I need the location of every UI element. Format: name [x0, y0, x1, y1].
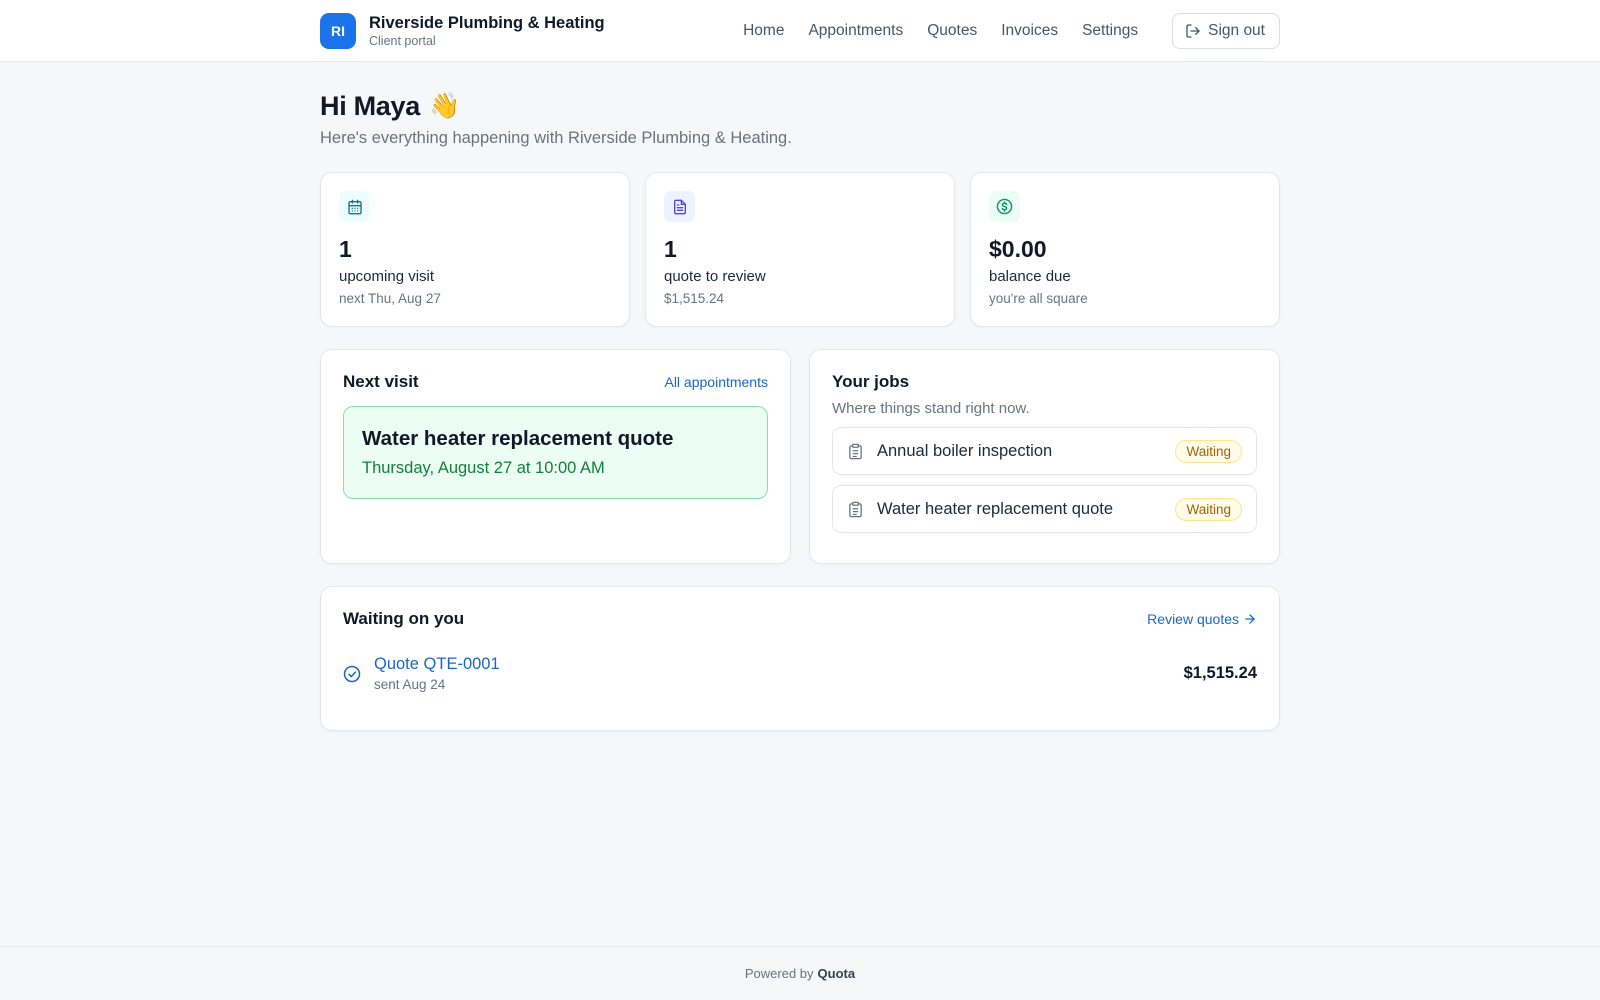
stat-hint: you're all square	[989, 291, 1088, 306]
stat-label: upcoming visit	[339, 268, 435, 285]
stat-card-balance-due[interactable]: $0.00 balance due you're all square	[970, 172, 1280, 327]
quote-sent-date: sent Aug 24	[374, 677, 446, 692]
footer: Powered by Quota	[0, 946, 1600, 1000]
stat-hint: next Thu, Aug 27	[339, 291, 441, 306]
company-logo[interactable]: RI	[320, 13, 356, 49]
next-visit-panel: Next visit All appointments Water heater…	[320, 349, 791, 564]
quote-amount: $1,515.24	[1183, 664, 1257, 682]
dollar-icon	[996, 198, 1013, 215]
next-visit-title: Next visit	[343, 372, 419, 391]
status-badge: Waiting	[1175, 439, 1242, 463]
nav-home[interactable]: Home	[743, 22, 784, 40]
all-appointments-link[interactable]: All appointments	[664, 374, 768, 390]
visit-time: Thursday, August 27 at 10:00 AM	[362, 459, 605, 477]
clipboard-icon	[849, 443, 862, 459]
nav-settings[interactable]: Settings	[1082, 22, 1138, 40]
vendor-name[interactable]: Quota	[818, 966, 856, 981]
sign-out-icon	[1186, 24, 1200, 38]
stat-hint: $1,515.24	[664, 291, 725, 306]
jobs-panel: Your jobs Where things stand right now. …	[809, 349, 1280, 564]
greeting-title: Hi Maya	[320, 90, 420, 121]
waiting-title: Waiting on you	[343, 609, 465, 628]
panels-row: Next visit All appointments Water heater…	[320, 349, 1280, 564]
company-name: Riverside Plumbing & Heating	[369, 13, 605, 32]
stat-value: 1	[339, 236, 352, 262]
document-icon	[673, 199, 686, 214]
waiting-item-text: Quote QTE-0001 sent Aug 24	[374, 655, 500, 692]
brand: Riverside Plumbing & Heating Client port…	[369, 14, 605, 48]
job-row[interactable]: Water heater replacement quote Waiting	[832, 485, 1257, 533]
sign-out-label: Sign out	[1208, 22, 1265, 39]
top-bar: RI Riverside Plumbing & Heating Client p…	[0, 0, 1600, 62]
stat-value: 1	[664, 236, 677, 262]
next-visit-card[interactable]: Water heater replacement quote Thursday,…	[343, 406, 768, 499]
jobs-subtitle: Where things stand right now.	[832, 400, 1030, 417]
main-nav: Home Appointments Quotes Invoices Settin…	[743, 13, 1280, 49]
powered-by-label: Powered by	[744, 966, 814, 981]
job-name: Annual boiler inspection	[877, 441, 1053, 460]
visit-title: Water heater replacement quote	[362, 427, 674, 450]
review-quotes-link[interactable]: Review quotes	[1147, 611, 1257, 627]
stat-value: $0.00	[989, 236, 1047, 262]
waiting-item: Quote QTE-0001 sent Aug 24 $1,515.24	[343, 655, 1257, 692]
nav-appointments[interactable]: Appointments	[808, 22, 903, 40]
greeting: Hi Maya 👋	[320, 90, 1280, 122]
review-quotes-label: Review quotes	[1147, 611, 1239, 627]
stat-icon-wrap	[664, 191, 695, 222]
calendar-icon	[347, 199, 362, 214]
nav-quotes[interactable]: Quotes	[927, 22, 977, 40]
top-bar-inner: RI Riverside Plumbing & Heating Client p…	[320, 0, 1280, 62]
job-row[interactable]: Annual boiler inspection Waiting	[832, 427, 1257, 475]
job-name: Water heater replacement quote	[877, 499, 1114, 518]
check-circle-icon	[343, 665, 361, 682]
waving-hand-icon: 👋	[428, 91, 461, 120]
quote-link[interactable]: Quote QTE-0001	[374, 655, 500, 674]
next-visit-header: Next visit All appointments	[343, 372, 768, 392]
stat-card-quote-to-review[interactable]: 1 quote to review $1,515.24	[645, 172, 955, 327]
portal-label: Client portal	[369, 33, 436, 48]
main-content: Hi Maya 👋 Here's everything happening wi…	[320, 62, 1280, 731]
stat-icon-wrap	[989, 191, 1020, 222]
greeting-subtitle: Here's everything happening with Riversi…	[320, 129, 792, 147]
stats-row: 1 upcoming visit next Thu, Aug 27 1 quot…	[320, 172, 1280, 327]
stat-card-upcoming-visit[interactable]: 1 upcoming visit next Thu, Aug 27	[320, 172, 630, 327]
sign-out-button[interactable]: Sign out	[1172, 13, 1280, 49]
arrow-right-icon	[1245, 614, 1255, 624]
clipboard-icon	[849, 501, 862, 517]
stat-label: quote to review	[664, 268, 766, 285]
status-badge: Waiting	[1175, 497, 1242, 521]
stat-label: balance due	[989, 268, 1071, 285]
stat-icon-wrap	[339, 191, 370, 222]
waiting-header: Waiting on you Review quotes	[343, 609, 1257, 629]
waiting-panel: Waiting on you Review quotes Quote QTE-0…	[320, 586, 1280, 731]
nav-invoices[interactable]: Invoices	[1001, 22, 1058, 40]
jobs-title: Your jobs	[832, 372, 910, 391]
